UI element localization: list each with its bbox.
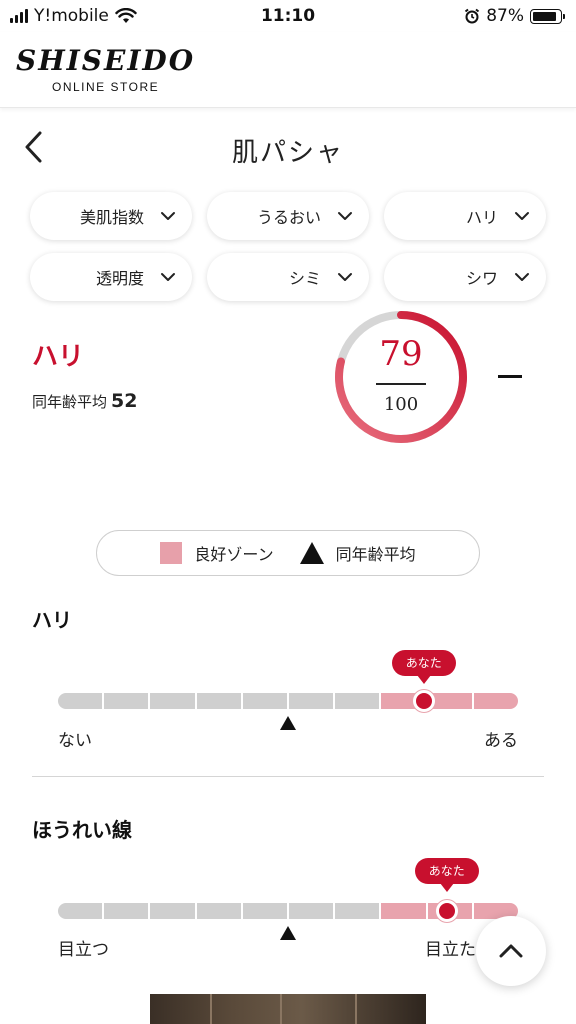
section-divider: [32, 776, 544, 777]
score-bar-hari: [58, 693, 518, 709]
bar-segment: [196, 903, 243, 919]
legend-age-average: 同年齢平均: [335, 545, 416, 564]
bar-segment: [58, 903, 105, 919]
page-title: 肌パシャ: [231, 138, 344, 168]
filter-chip-label: シワ: [465, 269, 498, 288]
age-average: 同年齢平均 52: [32, 390, 137, 412]
scroll-top-chevron-up-icon[interactable]: [476, 916, 546, 986]
collapse-minus-icon[interactable]: [496, 362, 524, 390]
logo-brand: SHISEIDO: [16, 44, 196, 77]
chart-legend: 良好ゾーン 同年齢平均: [96, 530, 480, 576]
chevron-down-icon: [515, 273, 529, 281]
age-average-label: 同年齢平均: [32, 393, 108, 411]
bar-segment: [104, 693, 151, 709]
filter-chip-shimi[interactable]: シミ: [207, 253, 369, 301]
average-triangle-icon: [299, 542, 324, 564]
bar-segment: [289, 693, 336, 709]
bar-segment-good: [381, 903, 428, 919]
alarm-icon: [465, 8, 480, 24]
bar-segment: [335, 693, 382, 709]
filter-chip-uruoi[interactable]: うるおい: [207, 192, 369, 240]
bar-segment: [58, 693, 105, 709]
section-title-houreisen: ほうれい線: [32, 818, 132, 842]
good-zone-swatch: [160, 542, 183, 564]
shiseido-logo[interactable]: SHISEIDO ONLINE STORE: [16, 44, 195, 94]
bar-segment-good: [473, 693, 518, 709]
average-marker: [280, 926, 296, 940]
you-bubble: あなた: [414, 858, 479, 892]
battery-icon: [530, 8, 565, 24]
bar-low-label: 目立つ: [58, 940, 109, 960]
bar-segment: [242, 903, 290, 919]
filter-chip-label: シミ: [288, 269, 321, 288]
chevron-down-icon: [161, 273, 175, 281]
logo-subtitle: ONLINE STORE: [51, 80, 160, 94]
section-title-hari: ハリ: [32, 608, 72, 632]
site-header: SHISEIDO ONLINE STORE: [0, 32, 576, 108]
filter-chip-hari[interactable]: ハリ: [384, 192, 546, 240]
average-marker: [280, 716, 296, 730]
chevron-down-icon: [338, 273, 352, 281]
filter-chip-label: うるおい: [256, 208, 321, 227]
filter-chip-bihada[interactable]: 美肌指数: [30, 192, 192, 240]
bar-segment: [335, 903, 382, 919]
bar-high-label: ある: [484, 731, 518, 751]
filter-chip-label: ハリ: [465, 208, 498, 227]
filter-chip-label: 透明度: [95, 269, 144, 288]
chevron-down-icon: [161, 212, 175, 220]
skin-photo: [150, 994, 426, 1024]
bar-segment: [150, 693, 197, 709]
metric-name: ハリ: [32, 342, 85, 372]
bar-segment: [150, 903, 197, 919]
score-max: 100: [383, 394, 419, 415]
score-gauge: [335, 311, 467, 443]
legend-good-zone: 良好ゾーン: [194, 545, 274, 564]
bar-segment: [196, 693, 243, 709]
filter-chip-label: 美肌指数: [79, 208, 144, 227]
you-marker: [435, 900, 458, 922]
score-divider: [376, 383, 426, 385]
you-marker: [412, 690, 435, 712]
status-right: 87%: [464, 6, 565, 26]
bar-segment: [104, 903, 151, 919]
filter-chip-shiwa[interactable]: シワ: [384, 253, 546, 301]
chevron-down-icon: [515, 212, 529, 220]
filter-chip-toumeido[interactable]: 透明度: [30, 253, 192, 301]
you-bubble: あなた: [391, 650, 456, 684]
age-average-value: 52: [111, 390, 138, 412]
bar-segment: [289, 903, 336, 919]
status-bar: Y!mobile 11:10 87%: [0, 0, 576, 32]
bar-segment: [242, 693, 290, 709]
chevron-down-icon: [338, 212, 352, 220]
battery-percent: 87%: [486, 6, 524, 26]
bar-low-label: ない: [58, 731, 92, 751]
score-value: 79: [379, 334, 423, 374]
